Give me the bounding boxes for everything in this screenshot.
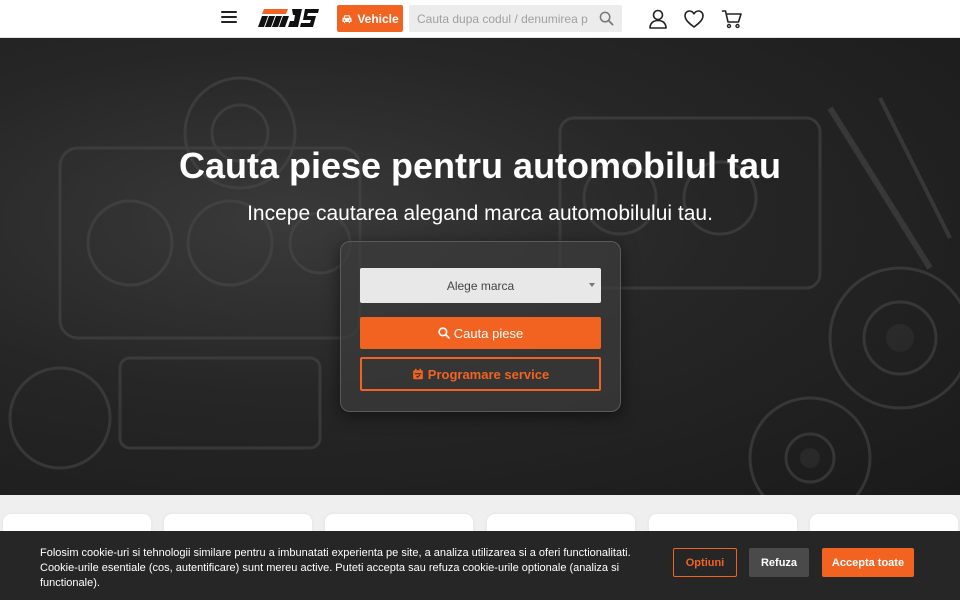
user-icon[interactable] xyxy=(647,8,669,30)
menu-icon[interactable] xyxy=(221,11,237,27)
cookie-options-button[interactable]: Optiuni xyxy=(673,548,737,577)
search-box xyxy=(409,5,622,32)
category-cards-row xyxy=(0,495,960,544)
chevron-down-icon xyxy=(589,283,595,287)
car-icon xyxy=(342,14,352,23)
hero-title: Cauta piese pentru automobilul tau xyxy=(178,145,782,186)
brand-select[interactable]: Alege marca xyxy=(360,268,601,303)
cookie-accept-all-button[interactable]: Accepta toate xyxy=(822,548,914,577)
search-input[interactable] xyxy=(409,5,591,32)
vehicle-button-label: Vehicle xyxy=(357,11,399,26)
logo[interactable] xyxy=(258,7,320,29)
search-parts-label: Cauta piese xyxy=(453,325,524,341)
vehicle-search-card: Alege marca Cauta piese Programare servi… xyxy=(340,241,621,412)
calendar-icon xyxy=(412,368,423,380)
hero-section: Cauta piese pentru automobilul tau Incep… xyxy=(0,38,960,495)
search-parts-button[interactable]: Cauta piese xyxy=(360,317,601,349)
vehicle-button[interactable]: Vehicle xyxy=(337,5,403,32)
search-icon[interactable] xyxy=(599,11,614,26)
cookie-consent-bar: Folosim cookie-uri si tehnologii similar… xyxy=(0,531,960,600)
cookie-refuse-button[interactable]: Refuza xyxy=(749,548,809,577)
cookie-consent-text: Folosim cookie-uri si tehnologii similar… xyxy=(40,547,631,589)
heart-icon[interactable] xyxy=(683,8,705,30)
cart-icon[interactable] xyxy=(721,8,743,30)
site-header: Vehicle xyxy=(0,0,960,38)
service-appointment-label: Programare service xyxy=(427,366,550,382)
hero-subtitle: Incepe cautarea alegand marca automobilu… xyxy=(247,202,713,225)
service-appointment-button[interactable]: Programare service xyxy=(360,357,601,391)
search-icon xyxy=(438,327,450,339)
brand-select-value: Alege marca xyxy=(446,278,515,293)
